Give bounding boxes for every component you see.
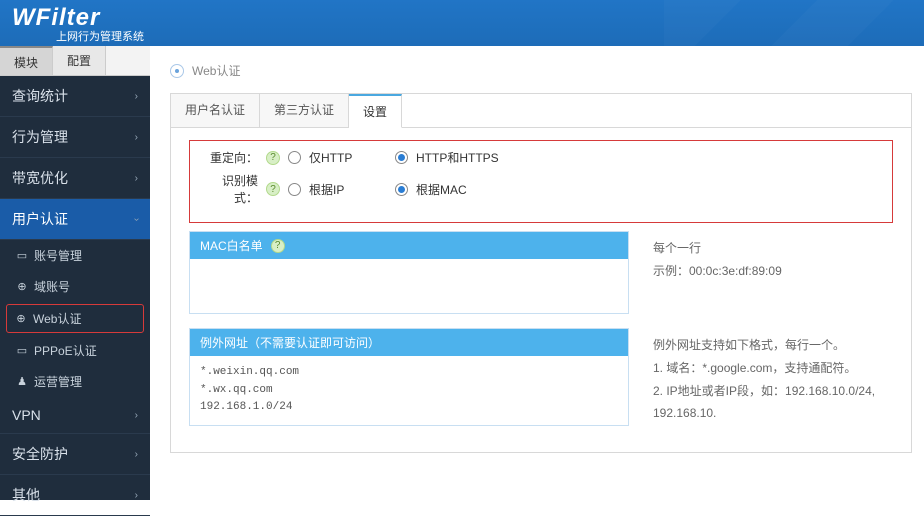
redirect-http-only-radio[interactable] [288, 151, 301, 164]
hint-line: 2. IP地址或者IP段，如：192.168.10.0/24, 192.168.… [653, 380, 893, 426]
breadcrumb-text: Web认证 [192, 62, 240, 79]
top-tab-config[interactable]: 配置 [53, 46, 106, 75]
id-card-icon: ▭ [16, 345, 28, 357]
tab-thirdparty-auth[interactable]: 第三方认证 [260, 94, 349, 127]
nav-label: VPN [12, 407, 41, 423]
redirect-opt1-label: 仅HTTP [309, 149, 387, 166]
nav-label: 行为管理 [12, 127, 68, 147]
panel-body: 重定向： ? 仅HTTP HTTP和HTTPS 识别模式： ? 根据IP 根据M… [171, 128, 911, 452]
exception-section: 例外网址（不需要认证即可访问） *.weixin.qq.com *.wx.qq.… [189, 328, 893, 440]
sub-account-mgmt[interactable]: ▭ 账号管理 [0, 240, 150, 271]
nav-label: 带宽优化 [12, 168, 68, 188]
hint-line: 示例：00:0c:3e:df:89:09 [653, 260, 893, 283]
sub-label: 账号管理 [34, 247, 82, 264]
mode-ip-radio[interactable] [288, 183, 301, 196]
mode-label: 识别模式： [202, 172, 258, 206]
exception-url-textarea[interactable]: *.weixin.qq.com *.wx.qq.com 192.168.1.0/… [190, 356, 628, 425]
chevron-right-icon: › [135, 132, 138, 143]
mac-whitelist-box: MAC白名单 ? [189, 231, 629, 314]
nav-query-stats[interactable]: 查询统计 › [0, 76, 150, 117]
whitelist-section: MAC白名单 ? 每个一行 示例：00:0c:3e:df:89:09 [189, 231, 893, 328]
chevron-down-icon: › [131, 217, 142, 220]
redirect-row: 重定向： ? 仅HTTP HTTP和HTTPS [202, 149, 880, 166]
chevron-right-icon: › [135, 173, 138, 184]
nav-security[interactable]: 安全防护 › [0, 434, 150, 475]
nav-user-auth[interactable]: 用户认证 › [0, 199, 150, 240]
sub-domain-account[interactable]: ⊕ 域账号 [0, 271, 150, 302]
sub-label: PPPoE认证 [34, 342, 97, 359]
id-card-icon: ▭ [16, 250, 28, 262]
sub-ops-mgmt[interactable]: ♟ 运营管理 [0, 366, 150, 397]
hint-line: 例外网址支持如下格式，每行一个。 [653, 334, 893, 357]
sidebar: 模块 配置 查询统计 › 行为管理 › 带宽优化 › 用户认证 › ▭ 账号管理 ⊕ 域账号… [0, 46, 150, 500]
help-icon[interactable]: ? [266, 182, 280, 196]
nav-label: 用户认证 [12, 209, 68, 229]
nav-other[interactable]: 其他 › [0, 475, 150, 516]
mode-opt2-label: 根据MAC [416, 181, 467, 198]
globe-icon: ⊕ [15, 313, 27, 325]
breadcrumb-icon [170, 64, 184, 78]
highlighted-settings: 重定向： ? 仅HTTP HTTP和HTTPS 识别模式： ? 根据IP 根据M… [189, 140, 893, 223]
tab-username-auth[interactable]: 用户名认证 [171, 94, 260, 127]
exception-url-hint: 例外网址支持如下格式，每行一个。 1. 域名：*.google.com，支持通配… [653, 328, 893, 440]
redirect-label: 重定向： [202, 149, 258, 166]
hint-line: 每个一行 [653, 237, 893, 260]
nav-label: 其他 [12, 485, 40, 505]
exception-line: *.wx.qq.com [200, 382, 618, 400]
hint-line: 1. 域名：*.google.com，支持通配符。 [653, 357, 893, 380]
app-subtitle: 上网行为管理系统 [56, 28, 144, 44]
sub-label: Web认证 [33, 310, 81, 327]
mac-whitelist-hint: 每个一行 示例：00:0c:3e:df:89:09 [653, 231, 893, 328]
tab-settings[interactable]: 设置 [349, 94, 402, 128]
nav-label: 查询统计 [12, 86, 68, 106]
sub-web-auth[interactable]: ⊕ Web认证 [6, 304, 144, 333]
exception-url-title: 例外网址（不需要认证即可访问） [200, 334, 380, 351]
chevron-right-icon: › [135, 490, 138, 501]
chevron-right-icon: › [135, 449, 138, 460]
panel-tabs: 用户名认证 第三方认证 设置 [171, 94, 911, 128]
exception-url-box: 例外网址（不需要认证即可访问） *.weixin.qq.com *.wx.qq.… [189, 328, 629, 426]
redirect-http-https-radio[interactable] [395, 151, 408, 164]
settings-panel: 用户名认证 第三方认证 设置 重定向： ? 仅HTTP HTTP和HTTPS 识… [170, 93, 912, 453]
sub-pppoe-auth[interactable]: ▭ PPPoE认证 [0, 335, 150, 366]
main-content: Web认证 用户名认证 第三方认证 设置 重定向： ? 仅HTTP HTTP和H… [150, 46, 924, 500]
globe-icon: ⊕ [16, 281, 28, 293]
person-icon: ♟ [16, 376, 28, 388]
sub-label: 运营管理 [34, 373, 82, 390]
breadcrumb: Web认证 [170, 62, 912, 79]
nav-bandwidth[interactable]: 带宽优化 › [0, 158, 150, 199]
nav-behavior[interactable]: 行为管理 › [0, 117, 150, 158]
exception-line: 192.168.1.0/24 [200, 399, 618, 417]
chevron-right-icon: › [135, 410, 138, 421]
mac-whitelist-header: MAC白名单 ? [190, 232, 628, 259]
help-icon[interactable]: ? [271, 239, 285, 253]
exception-url-header: 例外网址（不需要认证即可访问） [190, 329, 628, 356]
nav-vpn[interactable]: VPN › [0, 397, 150, 434]
nav-label: 安全防护 [12, 444, 68, 464]
help-icon[interactable]: ? [266, 151, 280, 165]
mode-opt1-label: 根据IP [309, 181, 387, 198]
app-header: WFilter 上网行为管理系统 [0, 0, 924, 46]
chevron-right-icon: › [135, 91, 138, 102]
top-tab-modules[interactable]: 模块 [0, 46, 53, 75]
exception-line: *.weixin.qq.com [200, 364, 618, 382]
mac-whitelist-title: MAC白名单 [200, 237, 263, 254]
mac-whitelist-textarea[interactable] [190, 259, 628, 313]
mode-mac-radio[interactable] [395, 183, 408, 196]
redirect-opt2-label: HTTP和HTTPS [416, 149, 499, 166]
sidebar-top-tabs: 模块 配置 [0, 46, 150, 76]
header-decoration [664, 0, 924, 46]
mode-row: 识别模式： ? 根据IP 根据MAC [202, 172, 880, 206]
sub-label: 域账号 [34, 278, 70, 295]
